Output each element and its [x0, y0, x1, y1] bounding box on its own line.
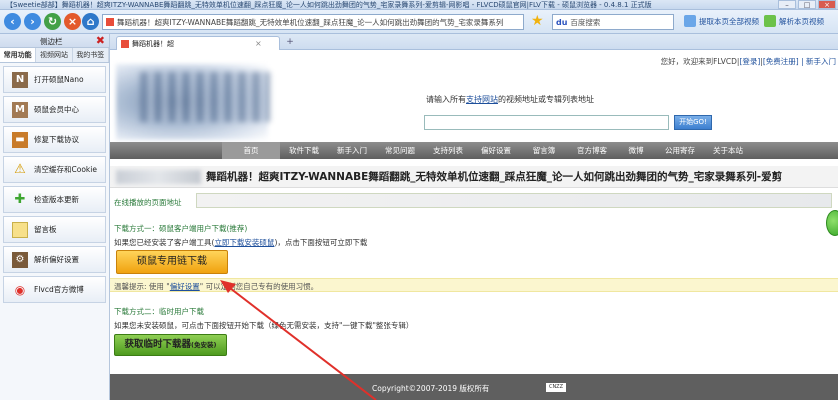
nav-about[interactable]: 关于本站	[704, 142, 752, 159]
extract-videos-button[interactable]: 提取本页全部视频	[684, 15, 759, 27]
tab-current[interactable]: 舞蹈机器！超 ×	[116, 36, 280, 50]
method2-title: 下载方式二：临时用户下载	[114, 307, 204, 316]
nav-software[interactable]: 软件下载	[280, 142, 328, 159]
new-tab-icon[interactable]: +	[284, 37, 296, 48]
cnzz-badge: CNZZ	[546, 383, 566, 392]
sidebar: 侧边栏 ✖ 常用功能 视频网站 我的书签 N 打开硕鼠Nano M 硕鼠会员中心…	[0, 34, 110, 400]
sidebar-item-weibo[interactable]: ◉ Flvcd官方微博	[3, 276, 106, 303]
go-button[interactable]: 开始GO!	[674, 115, 712, 130]
weibo-icon: ◉	[14, 282, 26, 297]
install-flvcd-link[interactable]: 立即下载安装硕鼠	[214, 238, 274, 247]
member-icon: M	[12, 101, 28, 118]
warning-icon: ⚠	[14, 162, 26, 177]
footer: Copyright©2007-2019 版权所有 CNZZ	[110, 374, 838, 400]
sidebar-title: 侧边栏	[40, 37, 63, 46]
play-address-box	[196, 193, 832, 208]
float-bubble-icon[interactable]	[826, 210, 838, 236]
nav-support-list[interactable]: 支持列表	[424, 142, 472, 159]
bookmark-star-icon[interactable]: ★	[531, 13, 544, 30]
preferences-link[interactable]: 偏好设置	[170, 282, 200, 291]
sidebar-header: 侧边栏 ✖	[0, 34, 109, 48]
sidebar-item-repair-protocol[interactable]: ▬ 修复下载协议	[3, 126, 106, 153]
blurred-uploader	[116, 170, 201, 184]
sidebar-item-open-nano[interactable]: N 打开硕鼠Nano	[3, 66, 106, 93]
temp-downloader-button[interactable]: 获取临时下载器(免安装)	[114, 334, 227, 356]
sidebar-item-parse-settings[interactable]: ⚙ 解析偏好设置	[3, 246, 106, 273]
sidebar-close-icon[interactable]: ✖	[96, 34, 105, 47]
site-logo-text	[140, 72, 270, 122]
home-icon[interactable]: ⌂	[82, 13, 99, 30]
site-favicon-icon	[106, 18, 114, 26]
method1-desc: 如果您已经安装了客户端工具(立即下载安装硕鼠)，点击下面按钮可立即下载	[114, 238, 368, 247]
sidebar-tab-common[interactable]: 常用功能	[0, 48, 37, 62]
sidebar-tab-bookmarks[interactable]: 我的书签	[72, 48, 109, 62]
address-bar[interactable]: 舞蹈机器！超爽ITZY-WANNABE舞蹈翻跳_无特效单机位速翻_踩点狂魔_论一…	[102, 14, 524, 30]
copyright-text: Copyright©2007-2019 版权所有	[372, 384, 490, 393]
video-title-bar: 舞蹈机器！超爽ITZY-WANNABE舞蹈翻跳_无特效单机位速翻_踩点狂魔_论一…	[110, 166, 838, 188]
top-links: 您好，欢迎来到FLVCD|[登录]|[免费注册] | 新手入门	[660, 57, 836, 66]
nav-newbie[interactable]: 新手入门	[328, 142, 376, 159]
method1-title: 下载方式一：硕鼠客户端用户下载(推荐)	[114, 224, 248, 233]
stop-icon[interactable]: ×	[64, 13, 81, 30]
video-url-input[interactable]	[424, 115, 669, 130]
toolbox-icon: ▬	[12, 131, 28, 148]
browser-toolbar: ‹ › ↻ × ⌂ 舞蹈机器！超爽ITZY-WANNABE舞蹈翻跳_无特效单机位…	[0, 10, 838, 34]
video-list-icon	[684, 15, 696, 27]
settings-icon: ⚙	[12, 251, 28, 268]
tab-favicon-icon	[121, 39, 129, 48]
login-link[interactable]: [登录]	[739, 57, 760, 66]
search-box[interactable]: du 百度搜索	[552, 14, 674, 30]
sidebar-item-check-update[interactable]: ✚ 检查版本更新	[3, 186, 106, 213]
method2-desc: 如果您未安装硕鼠，可点击下面按钮开始下载（绿色无需安装，支持"一键下载"整张专辑…	[114, 321, 414, 330]
tip-bar: 温馨提示: 使用 "偏好设置" 可以定制您自己专有的使用习惯。	[110, 278, 838, 292]
nav-guestbook[interactable]: 留言簿	[520, 142, 568, 159]
minimize-button[interactable]: –	[778, 0, 796, 9]
nano-icon: N	[12, 71, 28, 88]
parse-icon	[764, 15, 776, 27]
sidebar-item-clear-cache[interactable]: ⚠ 清空缓存和Cookie	[3, 156, 106, 183]
window-controls: – □ ×	[778, 0, 836, 10]
title-bar: 【Sweetie部部】舞蹈机器！超爽ITZY-WANNABE舞蹈翻跳_无特效单机…	[0, 0, 838, 10]
forward-icon[interactable]: ›	[24, 13, 41, 30]
sidebar-item-message-board[interactable]: 留言板	[3, 216, 106, 243]
baidu-logo-icon: du	[556, 17, 568, 27]
window-title: 【Sweetie部部】舞蹈机器！超爽ITZY-WANNABE舞蹈翻跳_无特效单机…	[6, 1, 652, 9]
supported-sites-link[interactable]: 支持网站	[466, 95, 498, 104]
search-placeholder: 百度搜索	[570, 17, 601, 27]
tab-title: 舞蹈机器！超	[132, 39, 174, 48]
tab-strip: 舞蹈机器！超 × +	[110, 34, 838, 50]
refresh-icon[interactable]: ↻	[44, 13, 61, 30]
sidebar-tab-video-sites[interactable]: 视频网站	[36, 48, 73, 62]
site-nav: 首页 软件下载 新手入门 常见问题 支持列表 偏好设置 留言簿 官方博客 微博 …	[110, 142, 838, 159]
sidebar-item-member-center[interactable]: M 硕鼠会员中心	[3, 96, 106, 123]
video-title: 舞蹈机器！超爽ITZY-WANNABE舞蹈翻跳_无特效单机位速翻_踩点狂魔_论一…	[206, 171, 783, 183]
tab-close-icon[interactable]: ×	[255, 39, 262, 48]
nav-storage[interactable]: 公用寄存	[656, 142, 704, 159]
nav-weibo[interactable]: 微博	[616, 142, 656, 159]
back-icon[interactable]: ‹	[4, 13, 21, 30]
register-link[interactable]: [免费注册]	[763, 57, 799, 66]
page-content: 您好，欢迎来到FLVCD|[登录]|[免费注册] | 新手入门 请输入所有支持网…	[110, 50, 838, 400]
sidebar-tabs: 常用功能 视频网站 我的书签	[0, 48, 109, 63]
nav-home[interactable]: 首页	[222, 142, 280, 159]
note-icon	[12, 221, 28, 238]
nav-preferences[interactable]: 偏好设置	[472, 142, 520, 159]
parse-video-button[interactable]: 解析本页视频	[764, 15, 824, 27]
address-url: 舞蹈机器！超爽ITZY-WANNABE舞蹈翻跳_无特效单机位速翻_踩点狂魔_论一…	[117, 17, 504, 27]
tip-text: 温馨提示: 使用 "偏好设置" 可以定制您自己专有的使用习惯。	[114, 282, 319, 291]
puzzle-icon: ✚	[14, 192, 26, 207]
newbie-link[interactable]: | 新手入门	[801, 57, 836, 66]
nav-blog[interactable]: 官方博客	[568, 142, 616, 159]
play-address-label: 在线播放的页面地址	[114, 198, 182, 207]
flvcd-download-button[interactable]: 硕鼠专用链下载	[116, 250, 228, 274]
maximize-button[interactable]: □	[798, 0, 816, 9]
input-hint: 请输入所有支持网站的视频地址或专辑列表地址	[426, 95, 594, 104]
close-button[interactable]: ×	[818, 0, 836, 9]
nav-faq[interactable]: 常见问题	[376, 142, 424, 159]
